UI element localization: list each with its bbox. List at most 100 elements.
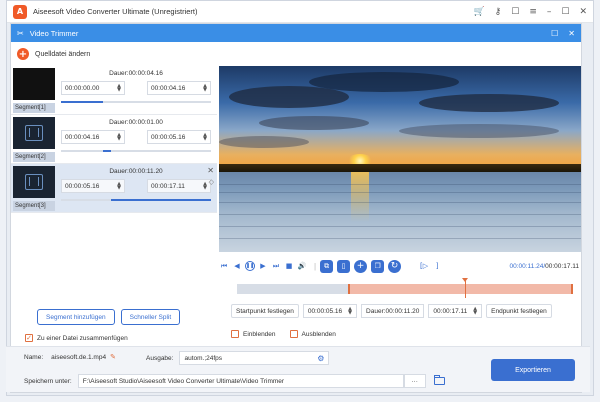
split-icon[interactable]: ▯ (337, 259, 351, 273)
dialog-titlebar: ✂ Video Trimmer ☐ ✕ (11, 24, 581, 42)
copy-segment-icon[interactable]: ⧉ (320, 259, 334, 273)
dialog-title: Video Trimmer (29, 28, 79, 38)
reset-icon[interactable]: ↻ (388, 259, 402, 273)
save-label: Speichern unter: (24, 377, 72, 385)
app-title: Aiseesoft Video Converter Ultimate (Unre… (33, 7, 198, 16)
duplicate-icon[interactable]: ❐ (371, 259, 385, 273)
merge-label: Zu einer Datei zusammenfügen (37, 334, 128, 342)
spinner-icon[interactable]: ▲ ▼ (117, 182, 121, 191)
stop-icon[interactable]: ■ (284, 261, 294, 271)
fade-in-option[interactable]: Einblenden (231, 330, 276, 338)
diamond-icon[interactable]: ◇ (209, 178, 214, 186)
segment-duration: Dauer:00:00:11.20 (109, 168, 163, 175)
segment-label: Segment[2] (13, 152, 55, 162)
add-segment-button[interactable]: Segment hinzufügen (37, 309, 115, 325)
output-panel: Name: aiseesoft.de.1.mp4 ✎ Ausgabe: auto… (6, 346, 590, 392)
segment-track-fill (110, 199, 211, 201)
film-icon (25, 174, 43, 190)
mark-end-icon[interactable]: ] (432, 261, 442, 271)
minimize-icon[interactable]: – (547, 7, 552, 17)
segment-thumbnail: Segment[2] (11, 115, 57, 164)
maximize-icon[interactable]: ☐ (551, 29, 558, 38)
spinner-icon[interactable]: ▲ ▼ (117, 133, 121, 142)
set-end-button[interactable]: Endpunkt festlegen (486, 304, 552, 318)
segment-duration: Dauer:00:00:01.00 (109, 119, 163, 126)
segment-thumbnail: Segment[3] (11, 164, 57, 213)
browse-button[interactable]: ··· (403, 374, 426, 388)
spinner-icon[interactable]: ▲ ▼ (203, 84, 207, 93)
fade-options: Einblenden Ausblenden (231, 330, 336, 338)
segment-end-field[interactable]: 00:00:05.16 ▲ ▼ (147, 130, 211, 144)
merge-checkbox[interactable]: ✓ (25, 334, 33, 342)
save-path-field[interactable]: F:\Aiseesoft Studio\Aiseesoft Video Conv… (77, 374, 404, 388)
segment-track (61, 101, 211, 103)
fade-out-checkbox[interactable] (289, 330, 298, 338)
spinner-icon[interactable]: ▲ ▼ (203, 133, 207, 142)
gear-icon[interactable]: ⚙ (317, 354, 324, 363)
step-back-icon[interactable]: ◀ (232, 261, 242, 271)
close-icon[interactable]: ✕ (579, 7, 587, 17)
scissors-icon: ✂ (17, 28, 24, 38)
pause-icon[interactable]: ❚❚ (245, 261, 255, 271)
fade-in-checkbox[interactable] (231, 330, 239, 338)
maximize-icon[interactable]: ☐ (561, 7, 569, 17)
segment-list: Segment[1] Dauer:00:00:04.16 00:00:00.00… (11, 66, 217, 328)
step-forward-icon[interactable]: ▶ (258, 261, 268, 271)
export-button[interactable]: Exportieren (491, 359, 575, 381)
segment-end-field[interactable]: 00:00:04.16 ▲ ▼ (147, 81, 211, 95)
trim-selection[interactable] (347, 284, 573, 294)
mark-start-icon[interactable]: [▷ (419, 261, 429, 271)
segment-track (61, 150, 211, 152)
segment-label: Segment[1] (13, 103, 55, 113)
format-label: Ausgabe: (146, 354, 174, 362)
segment-item[interactable]: Segment[1] Dauer:00:00:04.16 00:00:00.00… (11, 66, 217, 115)
format-select[interactable]: autom.;24fps ⚙ (179, 351, 330, 365)
add-icon[interactable]: + (354, 259, 368, 273)
segment-start-field[interactable]: 00:00:04.16 ▲ ▼ (61, 130, 125, 144)
set-start-button[interactable]: Startpunkt festlegen (231, 304, 299, 318)
video-trimmer-dialog: ✂ Video Trimmer ☐ ✕ + Quelldatei ändern … (10, 23, 582, 393)
edit-icon[interactable]: ✎ (110, 353, 116, 361)
segment-end-field[interactable]: 00:00:17.11 ▲ ▼ (147, 179, 211, 193)
skip-end-icon[interactable]: ⏭ (271, 261, 281, 271)
quick-split-button[interactable]: Schneller Split (120, 309, 181, 325)
cart-icon[interactable]: 🛒 (473, 7, 484, 17)
segment-start-field[interactable]: 00:00:00.00 ▲ ▼ (61, 81, 125, 95)
playhead[interactable] (462, 278, 469, 298)
segment-thumbnail: Segment[1] (11, 66, 57, 115)
segment-item[interactable]: Segment[3] Dauer:00:00:11.20 00:00:05.16… (11, 164, 217, 213)
time-readout: 00:00:11.24/00:00:17.11 (509, 262, 579, 270)
change-source-label: Quelldatei ändern (35, 50, 91, 58)
segment-start-field[interactable]: 00:00:05.16 ▲ ▼ (61, 179, 125, 193)
close-icon[interactable]: ✕ (207, 166, 214, 175)
plus-icon: + (17, 48, 29, 60)
change-source-button[interactable]: + Quelldatei ändern (11, 42, 581, 66)
spinner-icon[interactable]: ▲ ▼ (473, 307, 477, 316)
duration-field: Dauer:00:00:11.20 (361, 304, 425, 318)
segment-label: Segment[3] (13, 201, 55, 211)
segment-track-fill (61, 101, 103, 103)
skip-start-icon[interactable]: ⏮ (219, 261, 229, 271)
segment-duration: Dauer:00:00:04.16 (109, 70, 163, 77)
close-icon[interactable]: ✕ (568, 29, 575, 38)
chat-icon[interactable]: ☐ (511, 7, 519, 17)
file-name: aiseesoft.de.1.mp4 (51, 353, 107, 361)
video-preview[interactable] (219, 66, 581, 252)
trim-timeline[interactable] (237, 278, 573, 298)
folder-icon[interactable] (433, 375, 445, 385)
titlebar: A Aiseesoft Video Converter Ultimate (Un… (7, 1, 593, 23)
end-time-field[interactable]: 00:00:17.11 ▲ ▼ (428, 304, 483, 318)
trim-settings: Startpunkt festlegen 00:00:05.16 ▲ ▼ Dauer… (231, 304, 552, 318)
fade-out-option[interactable]: Ausblenden (289, 330, 336, 338)
spinner-icon[interactable]: ▲ ▼ (348, 307, 352, 316)
name-label: Name: (24, 353, 44, 361)
segment-item[interactable]: Segment[2] Dauer:00:00:01.00 00:00:04.16… (11, 115, 217, 164)
spinner-icon[interactable]: ▲ ▼ (203, 182, 207, 191)
volume-icon[interactable]: 🔊 (297, 261, 307, 271)
menu-icon[interactable]: ≡ (529, 7, 537, 17)
key-icon[interactable]: ⚷ (495, 7, 502, 17)
merge-option: ✓ Zu einer Datei zusammenfügen (25, 334, 128, 342)
titlebar-icons: 🛒 ⚷ ☐ ≡ – ☐ ✕ (473, 7, 587, 17)
start-time-field[interactable]: 00:00:05.16 ▲ ▼ (302, 304, 358, 318)
spinner-icon[interactable]: ▲ ▼ (117, 84, 121, 93)
